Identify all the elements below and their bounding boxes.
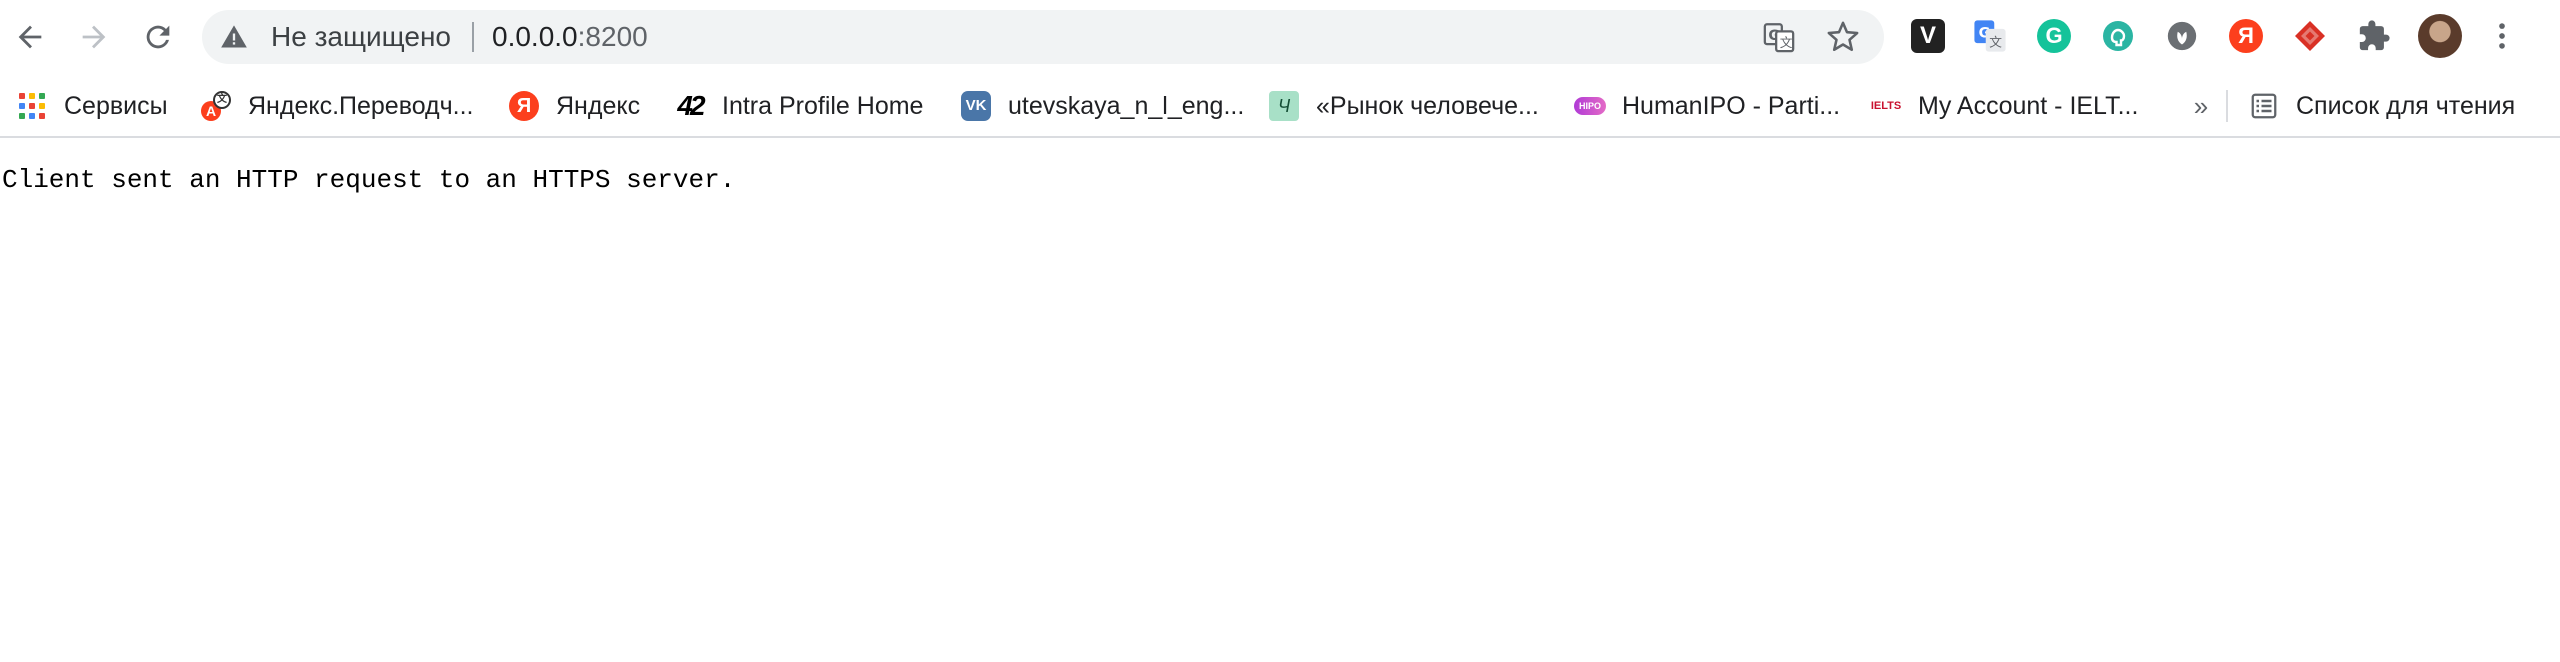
apps-grid-dot	[19, 103, 25, 109]
error-message: Client sent an HTTP request to an HTTPS …	[2, 165, 736, 195]
svg-text:文: 文	[1989, 36, 2002, 51]
brain-extension-button[interactable]	[2098, 16, 2138, 56]
bookmark-label: Яндекс	[556, 91, 641, 120]
reading-list-label: Список для чтения	[2296, 91, 2516, 120]
translate-glyph: 文	[213, 91, 231, 109]
yandex-translate-icon: A 文	[200, 90, 232, 122]
bookmark-vk[interactable]: VK utevskaya_n_l_eng...	[960, 86, 1244, 126]
reload-button[interactable]	[134, 13, 182, 61]
bookmark-rynok[interactable]: Ч «Рынок человече...	[1268, 86, 1539, 126]
bookmark-label: Яндекс.Переводч...	[248, 91, 474, 120]
bookmark-label: «Рынок человече...	[1316, 91, 1539, 120]
bookmark-services[interactable]: Сервисы	[16, 86, 168, 126]
apps-grid-dot	[29, 103, 35, 109]
yandex-icon: Я	[2229, 19, 2263, 53]
warning-triangle-icon[interactable]	[220, 23, 248, 51]
more-vert-icon	[2499, 23, 2505, 49]
page-content: Client sent an HTTP request to an HTTPS …	[0, 140, 2560, 662]
google-translate-icon: G 文	[1974, 20, 2006, 52]
ielts-icon: IELTS	[1870, 90, 1902, 122]
translate-icon[interactable]: G 文	[1762, 20, 1796, 54]
bookmark-label: Intra Profile Home	[722, 91, 924, 120]
apps-grid-dot	[19, 93, 25, 99]
vk-favicon: VK	[961, 91, 991, 121]
humanipo-favicon: HIPO	[1574, 97, 1606, 115]
bookmarks-divider	[2226, 90, 2228, 122]
42-favicon: 42	[677, 90, 705, 121]
bookmark-label: My Account - IELT...	[1918, 91, 2139, 120]
vivaldi-extension-button[interactable]: V	[1908, 16, 1948, 56]
forward-button[interactable]	[70, 13, 118, 61]
browser-toolbar: Не защищено 0.0.0.0:8200 G 文 V G 文 G Я	[0, 0, 2560, 74]
back-button[interactable]	[6, 13, 54, 61]
reading-list-glyph	[2251, 93, 2277, 119]
yandex-translate-favicon: A 文	[201, 91, 231, 121]
bookmark-label: utevskaya_n_l_eng...	[1008, 91, 1245, 120]
url-text[interactable]: 0.0.0.0:8200	[492, 23, 648, 51]
bookmarks-bar: Сервисы A 文 Яндекс.Переводч... Я Яндекс …	[0, 74, 2560, 138]
diamond-icon	[2295, 21, 2325, 51]
bookmark-ielts[interactable]: IELTS My Account - IELT...	[1870, 86, 2139, 126]
apps-grid-dot	[19, 113, 25, 119]
ielts-favicon: IELTS	[1870, 100, 1902, 112]
more-bookmarks-button[interactable]: »	[2186, 86, 2216, 126]
arrow-back-icon	[18, 25, 42, 49]
grammarly-icon: G	[2037, 19, 2071, 53]
url-port: :8200	[577, 21, 648, 52]
puzzle-icon	[2359, 20, 2390, 51]
profile-avatar-button[interactable]	[2418, 14, 2462, 58]
v-letter-icon: V	[1911, 19, 1945, 53]
apps-grid	[19, 93, 45, 119]
apps-grid-dot	[39, 93, 45, 99]
yandex-extension-button[interactable]: Я	[2226, 16, 2266, 56]
bookmark-humanipo[interactable]: HIPO HumanIPO - Parti...	[1574, 86, 1840, 126]
grammarly-extension-button[interactable]: G	[2034, 16, 2074, 56]
avatar-icon	[2418, 14, 2462, 58]
address-bar[interactable]: Не защищено 0.0.0.0:8200 G 文	[202, 10, 1884, 64]
rynok-icon: Ч	[1268, 90, 1300, 122]
bookmark-intra-profile[interactable]: 42 Intra Profile Home	[674, 86, 923, 126]
yandex-favicon: Я	[509, 91, 539, 121]
diamond-extension-button[interactable]	[2290, 16, 2330, 56]
rynok-favicon: Ч	[1269, 91, 1299, 121]
star-icon[interactable]	[1826, 20, 1860, 54]
apps-grid-icon	[16, 90, 48, 122]
leaf-icon	[2167, 21, 2197, 51]
humanipo-icon: HIPO	[1574, 90, 1606, 122]
extensions-menu-button[interactable]	[2354, 16, 2394, 56]
bookmark-yandex-translate[interactable]: A 文 Яндекс.Переводч...	[200, 86, 474, 126]
yandex-icon: Я	[508, 90, 540, 122]
reload-icon	[146, 25, 170, 49]
apps-grid-dot	[39, 103, 45, 109]
bookmark-yandex[interactable]: Я Яндекс	[508, 86, 640, 126]
svg-text:文: 文	[1780, 36, 1793, 51]
arrow-forward-icon	[82, 25, 106, 49]
google-translate-extension-button[interactable]: G 文	[1970, 16, 2010, 56]
brain-icon	[2103, 21, 2133, 51]
url-host: 0.0.0.0	[492, 21, 578, 52]
chrome-menu-button[interactable]	[2482, 16, 2522, 56]
bookmark-label: HumanIPO - Parti...	[1622, 91, 1841, 120]
apps-grid-dot	[29, 93, 35, 99]
vk-icon: VK	[960, 90, 992, 122]
bookmark-label: Сервисы	[64, 91, 168, 120]
leaf-extension-button[interactable]	[2162, 16, 2202, 56]
omnibox-divider	[472, 22, 474, 52]
apps-grid-dot	[39, 113, 45, 119]
apps-grid-dot	[29, 113, 35, 119]
reading-list-icon	[2248, 90, 2280, 122]
42-icon: 42	[674, 90, 706, 122]
reading-list-button[interactable]: Список для чтения	[2248, 86, 2515, 126]
security-status-label[interactable]: Не защищено	[271, 23, 451, 51]
